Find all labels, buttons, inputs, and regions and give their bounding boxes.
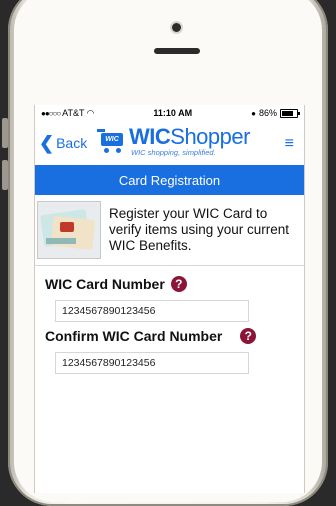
intro-text: Register your WIC Card to verify items u…: [109, 206, 290, 253]
lock-icon: ●: [251, 108, 256, 118]
carrier-name: AT&T: [62, 108, 85, 118]
card-number-input[interactable]: [55, 300, 249, 322]
help-icon[interactable]: ?: [240, 328, 257, 344]
chevron-left-icon: ❮: [39, 132, 55, 153]
app-logo: WIC WICShopper WIC shopping, simplified.: [97, 125, 250, 157]
camera-icon: [172, 23, 181, 32]
brand-suffix: Shopper: [170, 124, 250, 149]
help-icon[interactable]: ?: [170, 276, 187, 292]
app-screen: ●●○○○ AT&T ◠ 11:10 AM ● 86% ❮ Back WIC W…: [34, 105, 305, 493]
back-label: Back: [56, 135, 88, 151]
status-bar: ●●○○○ AT&T ◠ 11:10 AM ● 86%: [35, 105, 304, 121]
status-left: ●●○○○ AT&T ◠: [41, 108, 94, 119]
confirm-card-number-label: Confirm WIC Card Number: [45, 328, 223, 344]
back-button[interactable]: ❮ Back: [35, 133, 87, 154]
brand-name: WICShopper: [129, 125, 250, 149]
card-number-label: WIC Card Number: [45, 276, 165, 292]
battery-percent: 86%: [258, 108, 277, 118]
volume-button: [2, 118, 8, 148]
wifi-icon: ◠: [86, 107, 95, 118]
brand-tagline: WIC shopping, simplified.: [131, 148, 216, 157]
status-time: 11:10 AM: [153, 108, 193, 118]
speaker-grille: [154, 48, 200, 54]
confirm-card-number-input[interactable]: [55, 352, 249, 374]
wic-card-image: [37, 201, 101, 259]
brand-prefix: WIC: [129, 124, 171, 149]
confirm-card-number-label-row: Confirm WIC Card Number ?: [45, 328, 304, 344]
cart-label: WIC: [101, 133, 123, 146]
status-right: ● 86%: [251, 108, 300, 118]
logo-text: WICShopper WIC shopping, simplified.: [129, 125, 250, 158]
page-title: Card Registration: [35, 165, 304, 195]
signal-icon: ●●○○○: [41, 108, 61, 118]
card-number-label-row: WIC Card Number ?: [45, 276, 304, 292]
intro-section: Register your WIC Card to verify items u…: [35, 195, 304, 266]
cart-icon: WIC: [97, 129, 127, 153]
volume-button: [2, 160, 8, 190]
hamburger-menu-icon[interactable]: ≡: [285, 135, 294, 153]
battery-icon: [279, 108, 300, 118]
nav-bar: ❮ Back WIC WICShopper WIC shopping, simp…: [35, 121, 304, 165]
